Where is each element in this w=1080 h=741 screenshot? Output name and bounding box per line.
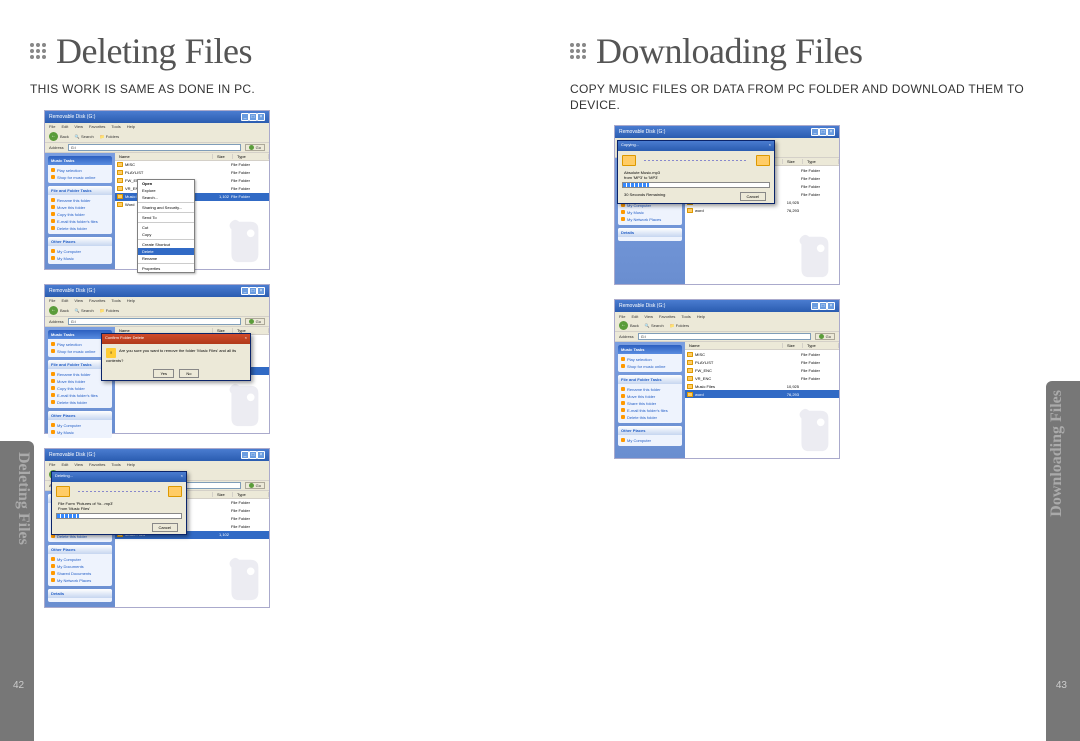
dots-icon	[570, 43, 586, 59]
dialog-title: Deleting...×	[52, 472, 186, 482]
page-number-right: 43	[1056, 680, 1067, 691]
warning-icon: !	[106, 348, 116, 358]
folder-icon	[756, 155, 770, 166]
menubar[interactable]: File Edit View Favorites Tools Help	[45, 123, 269, 131]
heading-right: Downloading Files	[570, 30, 1050, 72]
left-page: Deleting Files THIS WORK IS SAME AS DONE…	[0, 0, 540, 741]
progress-bar	[622, 182, 770, 188]
screenshots-right: Removable Disk (G:)_□× FileEditViewFavor…	[614, 125, 1050, 459]
side-tab-label-right: Downloading Files	[1048, 390, 1066, 517]
heading-text-right: Downloading Files	[596, 30, 863, 72]
dialog-message: Are you sure you want to remove the fold…	[106, 348, 236, 363]
heading-left: Deleting Files	[30, 30, 510, 72]
window-titlebar: Removable Disk (G:) _□×	[45, 111, 269, 123]
page-number-left: 42	[13, 680, 24, 691]
heading-text-left: Deleting Files	[56, 30, 252, 72]
screenshot-download-result: Removable Disk (G:)_□× FileEditViewFavor…	[614, 299, 840, 459]
back-button[interactable]: ←Back	[49, 132, 69, 141]
task-pane: Music Tasks Play selection Shop for musi…	[45, 153, 115, 269]
file-list: Name Size Type MISCFile Folder PLAYLISTF…	[115, 153, 269, 269]
screenshot-copying: Removable Disk (G:)_□× FileEditViewFavor…	[614, 125, 840, 285]
file-tasks: File and Folder Tasks Rename this folder…	[48, 186, 112, 234]
screenshot-deleting-progress: Removable Disk (G:)_□× FileEditViewFavor…	[44, 448, 270, 608]
file-row[interactable]: MISCFile Folder	[115, 161, 269, 169]
deleting-dialog: Deleting...× File Form 'Pictures of Yo..…	[51, 471, 187, 535]
context-menu[interactable]: Open Explore Search... Sharing and Secur…	[137, 179, 195, 273]
no-button[interactable]: No	[179, 369, 198, 378]
address-input[interactable]: G:\	[68, 144, 241, 151]
list-header[interactable]: Name Size Type	[115, 153, 269, 161]
right-page: Downloading Files COPY MUSIC FILES OR DA…	[540, 0, 1080, 741]
screenshots-left: Removable Disk (G:) _□× File Edit View F…	[44, 110, 510, 608]
dots-icon	[30, 43, 46, 59]
close-icon[interactable]: ×	[181, 473, 183, 481]
copying-dialog: Copying...× Absolute Music.mp3 from 'MP3…	[617, 140, 775, 204]
yes-button[interactable]: Yes	[153, 369, 174, 378]
confirm-dialog: Confirm Folder Delete× !Are you sure you…	[101, 333, 251, 381]
go-button[interactable]: Go	[245, 144, 265, 151]
dialog-title: Confirm Folder Delete×	[102, 334, 250, 344]
window-buttons[interactable]: _□×	[241, 113, 265, 121]
window-title: Removable Disk (G:)	[49, 114, 95, 120]
dialog-title: Copying...×	[618, 141, 774, 151]
screenshot-delete-context: Removable Disk (G:) _□× File Edit View F…	[44, 110, 270, 270]
side-tab-label-left: Deleting Files	[14, 452, 32, 545]
subheading-left: THIS WORK IS SAME AS DONE IN PC.	[30, 82, 510, 98]
subheading-right: COPY MUSIC FILES OR DATA FROM PC FOLDER …	[570, 82, 1050, 113]
folder-icon	[56, 486, 70, 497]
music-tasks: Music Tasks Play selection Shop for musi…	[48, 156, 112, 183]
progress-bar	[56, 513, 182, 519]
toolbar[interactable]: ←Back 🔍 Search 📁 Folders	[45, 131, 269, 143]
cancel-button[interactable]: Cancel	[740, 192, 766, 201]
cancel-button[interactable]: Cancel	[152, 523, 178, 532]
other-places: Other Places My Computer My Music	[48, 237, 112, 264]
screenshot-delete-confirm: Removable Disk (G:)_□× FileEditViewFavor…	[44, 284, 270, 434]
folder-icon	[168, 486, 182, 497]
address-bar: Address G:\ Go	[45, 143, 269, 153]
close-icon[interactable]: ×	[245, 335, 247, 343]
file-row[interactable]: PLAYLISTFile Folder	[115, 169, 269, 177]
folder-icon	[622, 155, 636, 166]
close-icon[interactable]: ×	[769, 142, 771, 150]
watermark-icon	[220, 216, 266, 266]
